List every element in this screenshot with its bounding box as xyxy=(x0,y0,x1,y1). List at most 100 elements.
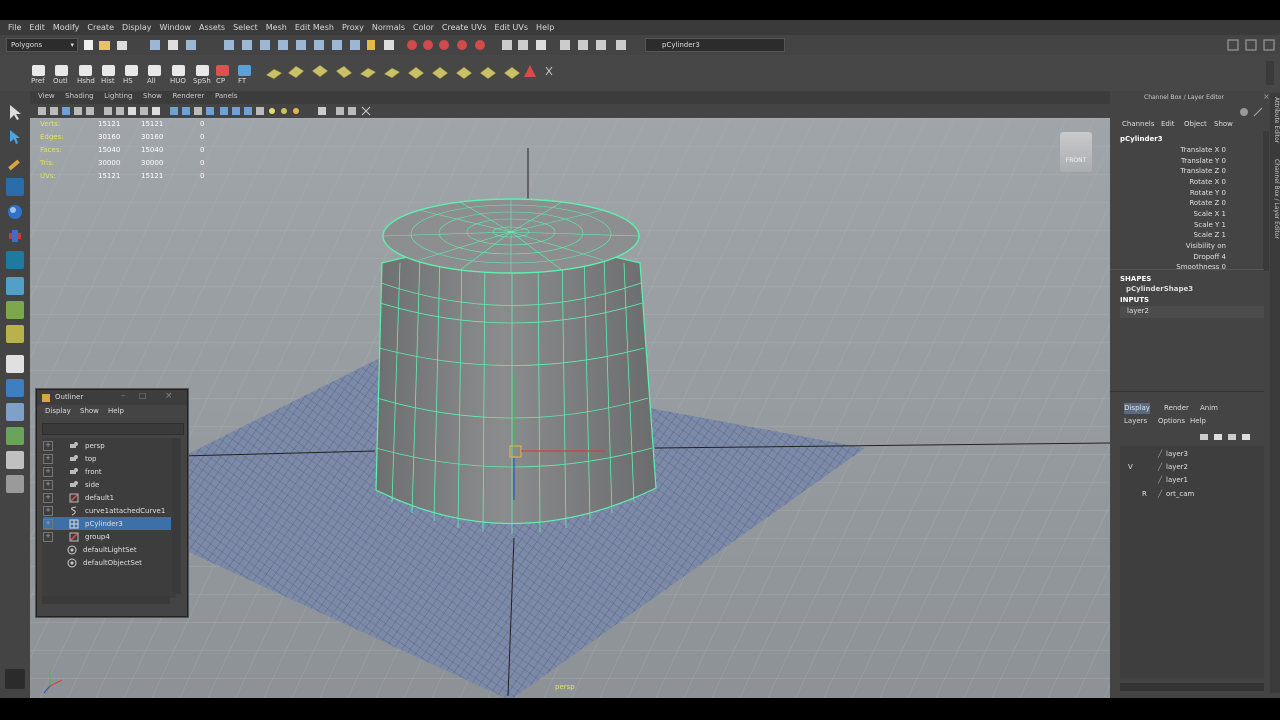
persp-outliner-icon[interactable] xyxy=(6,451,24,469)
layer-color-swatch[interactable]: ╱ xyxy=(1158,450,1162,458)
outliner-menu-help[interactable]: Help xyxy=(108,407,124,415)
shape-node-name[interactable]: pCylinderShape3 xyxy=(1126,285,1193,293)
layer-color-swatch[interactable]: ╱ xyxy=(1158,476,1162,484)
history-icon[interactable] xyxy=(102,65,115,76)
last-tool-icon[interactable] xyxy=(6,325,24,343)
channel-value[interactable]: 4 xyxy=(1222,253,1226,261)
layer-action-icons[interactable] xyxy=(1198,431,1264,443)
menu-edit-mesh[interactable]: Edit Mesh xyxy=(295,23,334,32)
expand-icon[interactable]: + xyxy=(43,466,53,477)
channel-value[interactable]: 0 xyxy=(1222,167,1226,175)
channel-value[interactable]: 0 xyxy=(1222,157,1226,165)
menu-file[interactable]: File xyxy=(8,23,21,32)
channel-value[interactable]: 1 xyxy=(1222,231,1226,239)
layer-color-swatch[interactable]: ╱ xyxy=(1158,490,1162,498)
channel-row-scale-z[interactable]: Scale Z 1 xyxy=(1122,231,1226,239)
channel-value[interactable]: 0 xyxy=(1222,178,1226,186)
channel-row-rotate-y[interactable]: Rotate Y 0 xyxy=(1122,189,1226,197)
layer-color-swatch[interactable]: ╱ xyxy=(1158,463,1162,471)
outliner-icon[interactable] xyxy=(55,65,68,76)
viewport-menu-show[interactable]: Show xyxy=(143,92,162,100)
close-icon[interactable]: × xyxy=(1263,92,1270,101)
outliner-item[interactable]: + side xyxy=(43,478,171,491)
tab-attribute-editor[interactable]: Attribute Editor xyxy=(1270,97,1280,151)
viewport-menu-view[interactable]: View xyxy=(38,92,55,100)
input-node-row[interactable]: layer2 xyxy=(1120,306,1264,318)
menu-display[interactable]: Display xyxy=(122,23,152,32)
channel-value[interactable]: 0 xyxy=(1222,199,1226,207)
outliner-item[interactable]: + front xyxy=(43,465,171,478)
layout-preset-icon[interactable] xyxy=(6,475,24,493)
soft-mod-icon[interactable] xyxy=(6,277,24,295)
close-icon[interactable]: × xyxy=(165,391,173,401)
viewport-panel-icons[interactable] xyxy=(30,104,390,118)
menu-mesh[interactable]: Mesh xyxy=(266,23,287,32)
tab-render[interactable]: Render xyxy=(1164,404,1189,412)
show-manip-icon[interactable] xyxy=(6,301,24,319)
move-tool-icon[interactable] xyxy=(6,178,24,196)
layer-visibility-flag[interactable]: V xyxy=(1128,463,1133,471)
outliner-item[interactable]: + default1 xyxy=(43,491,171,504)
menu-help[interactable]: Help xyxy=(536,23,554,32)
shelf-scroll[interactable] xyxy=(1266,61,1274,85)
viewport-menu-panels[interactable]: Panels xyxy=(215,92,238,100)
outliner-item-selected[interactable]: + pCylinder3 xyxy=(43,517,171,530)
viewcube[interactable]: FRONT xyxy=(1060,132,1092,172)
outliner-item[interactable]: + top xyxy=(43,452,171,465)
all-icon[interactable] xyxy=(148,65,161,76)
layer-name[interactable]: layer3 xyxy=(1166,450,1188,458)
layers-menu[interactable]: Layers xyxy=(1124,417,1147,425)
channel-row-rotate-x[interactable]: Rotate X 0 xyxy=(1122,178,1226,186)
expand-icon[interactable]: + xyxy=(43,531,53,542)
channel-box-scrollbar[interactable] xyxy=(1263,131,1269,271)
tab-anim[interactable]: Anim xyxy=(1200,404,1218,412)
minimize-icon[interactable]: – xyxy=(121,391,126,401)
layer-row[interactable]: ╱ layer3 xyxy=(1126,450,1266,462)
channel-value[interactable]: 1 xyxy=(1222,221,1226,229)
status-tool-icons[interactable] xyxy=(82,37,642,53)
expand-icon[interactable]: + xyxy=(43,440,53,451)
viewport-menu-lighting[interactable]: Lighting xyxy=(104,92,132,100)
pref-icon[interactable] xyxy=(32,65,45,76)
outliner-hscrollbar[interactable] xyxy=(42,596,170,604)
outliner-filter-field[interactable] xyxy=(42,423,184,435)
menu-assets[interactable]: Assets xyxy=(199,23,225,32)
cp-icon[interactable] xyxy=(216,65,229,76)
menu-color[interactable]: Color xyxy=(413,23,434,32)
channel-value[interactable]: 0 xyxy=(1222,146,1226,154)
gear-icon[interactable] xyxy=(5,669,25,689)
viewport-menu-renderer[interactable]: Renderer xyxy=(172,92,204,100)
expand-icon[interactable]: + xyxy=(43,453,53,464)
outliner-item[interactable]: + curve1attachedCurve1 xyxy=(43,504,171,517)
shelf-poly-tools[interactable] xyxy=(262,61,562,83)
ft-icon[interactable] xyxy=(238,65,251,76)
expand-icon[interactable]: + xyxy=(43,492,53,503)
object-name-field[interactable]: pCylinder3 xyxy=(645,38,785,52)
outliner-item[interactable]: defaultObjectSet xyxy=(43,556,171,569)
channel-row-visibility[interactable]: Visibility on xyxy=(1122,242,1226,250)
channel-value[interactable]: 0 xyxy=(1222,189,1226,197)
spsh-icon[interactable] xyxy=(196,65,209,76)
layer-list-scrollbar[interactable] xyxy=(1120,683,1264,691)
layer-name[interactable]: layer2 xyxy=(1166,463,1188,471)
expand-icon[interactable]: + xyxy=(43,479,53,490)
hs-icon[interactable] xyxy=(125,65,138,76)
object-menu[interactable]: Object xyxy=(1184,120,1207,128)
side-by-side-icon[interactable] xyxy=(6,403,24,421)
menu-modify[interactable]: Modify xyxy=(53,23,80,32)
channel-box-object-name[interactable]: pCylinder3 xyxy=(1120,135,1163,143)
tab-channel-box[interactable]: Channel Box / Layer Editor xyxy=(1270,159,1280,259)
persp-graph-icon[interactable] xyxy=(6,427,24,445)
outliner-item[interactable]: + persp xyxy=(43,439,171,452)
channel-value[interactable]: 1 xyxy=(1222,210,1226,218)
outliner-menu-show[interactable]: Show xyxy=(80,407,99,415)
channel-row-rotate-z[interactable]: Rotate Z 0 xyxy=(1122,199,1226,207)
outliner-menu-display[interactable]: Display xyxy=(45,407,71,415)
layer-help-menu[interactable]: Help xyxy=(1190,417,1206,425)
outliner-vscrollbar[interactable] xyxy=(172,438,181,594)
four-pane-icon[interactable] xyxy=(6,379,24,397)
menu-select[interactable]: Select xyxy=(233,23,258,32)
expand-icon[interactable]: + xyxy=(43,518,53,529)
channel-row-dropoff[interactable]: Dropoff 4 xyxy=(1122,253,1226,261)
lasso-tool-icon[interactable] xyxy=(6,128,24,146)
